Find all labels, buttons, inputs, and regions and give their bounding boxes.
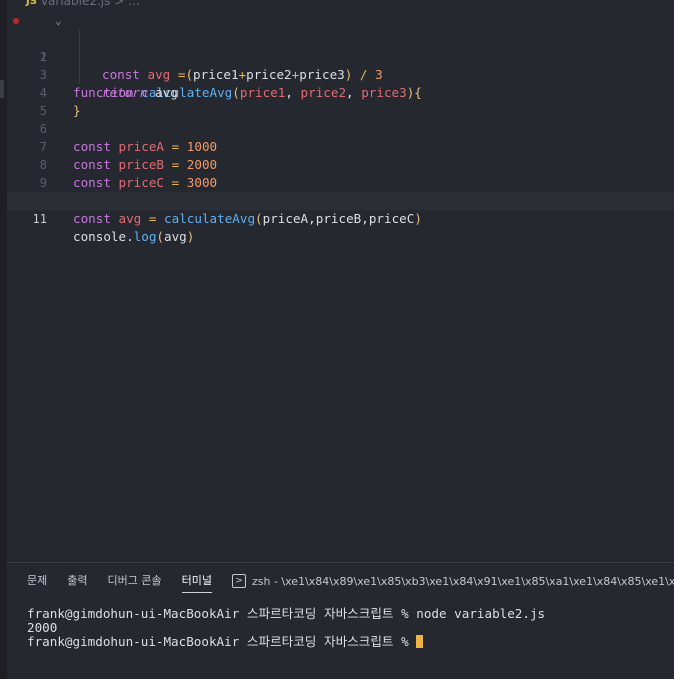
code-line-11[interactable]: 11 console.log(avg) <box>7 192 674 244</box>
code-line-9[interactable]: 9 <box>7 156 674 190</box>
terminal-selector[interactable]: > zsh - \xe1\x84\x89\xe1\x85\xb3\xe1\x84… <box>231 574 674 588</box>
code-line-8[interactable]: 8 const priceC = 3000 <box>7 138 674 190</box>
terminal-line: frank@gimdohun-ui-MacBookAir 스파르타코딩 자바스크… <box>27 606 546 621</box>
strip-marker <box>0 80 4 98</box>
tab-problems[interactable]: 문제 <box>27 563 47 599</box>
code-text: const avg = calculateAvg(priceA,priceB,p… <box>73 211 422 226</box>
code-line-4[interactable]: 4 } <box>7 66 674 118</box>
terminal-output[interactable]: frank@gimdohun-ui-MacBookAir 스파르타코딩 자바스크… <box>27 607 667 649</box>
terminal-icon: > <box>231 574 246 588</box>
code-line-1[interactable]: 1 ⌄ function calculateAvg(price1, price2… <box>7 12 674 100</box>
breadcrumb-rest[interactable]: ... <box>128 0 139 8</box>
terminal-selector-label: zsh - \xe1\x84\x89\xe1\x85\xb3\xe1\x84\x… <box>251 574 674 588</box>
code-editor[interactable]: 1 ⌄ function calculateAvg(price1, price2… <box>7 12 674 562</box>
terminal-cursor <box>416 635 424 648</box>
bottom-panel: 문제 출력 디버그 콘솔 터미널 > zsh - \xe1\x84\x89\xe… <box>7 562 674 679</box>
code-line-2[interactable]: 2 const avg =(price1+price2+price3) / 3 <box>7 30 674 82</box>
activity-strip <box>0 0 7 679</box>
code-line-3[interactable]: 3 return avg <box>7 48 674 100</box>
breakpoint-icon[interactable] <box>13 18 19 24</box>
code-text: console.log(avg) <box>73 229 195 244</box>
code-line-7[interactable]: 7 const priceB = 2000 <box>7 120 674 172</box>
code-line-6[interactable]: 6 const priceA = 1000 <box>7 102 674 154</box>
breadcrumb-file[interactable]: variable2.js <box>41 0 110 8</box>
js-file-icon: JS <box>26 0 37 7</box>
terminal-prompt: frank@gimdohun-ui-MacBookAir 스파르타코딩 자바스크… <box>27 634 417 649</box>
tab-debug-console[interactable]: 디버그 콘솔 <box>108 563 162 599</box>
terminal-prompt-line[interactable]: frank@gimdohun-ui-MacBookAir 스파르타코딩 자바스크… <box>27 635 667 649</box>
code-line-10[interactable]: 10 const avg = calculateAvg(priceA,price… <box>7 174 674 226</box>
tab-output[interactable]: 출력 <box>67 563 87 599</box>
code-line-5[interactable]: 5 <box>7 84 674 118</box>
chevron-right-icon: > <box>114 0 125 8</box>
tab-terminal[interactable]: 터미널 <box>181 563 213 599</box>
terminal-line: 2000 <box>27 620 58 635</box>
chevron-down-icon[interactable]: ⌄ <box>55 12 62 30</box>
line-number: 11 <box>32 212 47 226</box>
breadcrumb[interactable]: JS variable2.js > ... <box>26 0 140 8</box>
panel-tabs: 문제 출력 디버그 콘솔 터미널 > zsh - \xe1\x84\x89\xe… <box>7 563 674 599</box>
